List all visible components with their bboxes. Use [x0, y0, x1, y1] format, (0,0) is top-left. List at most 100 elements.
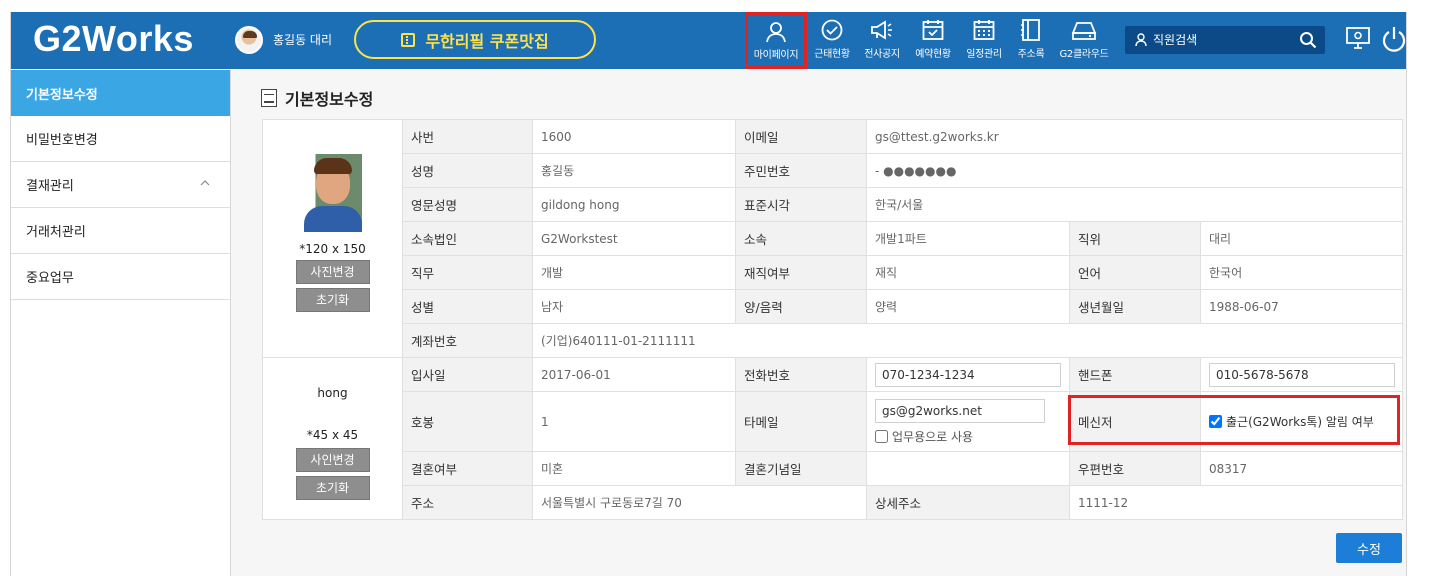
- label-dept: 소속: [735, 221, 867, 256]
- calendar-grid-icon: [973, 20, 995, 40]
- profile-photo: [303, 154, 362, 232]
- sidebar: 기본정보수정 비밀번호변경 결재관리 거래처관리 중요업무: [11, 70, 231, 576]
- nav-label: 근태현황: [814, 49, 850, 60]
- value-gender: 남자: [532, 289, 736, 324]
- nav-label: G2클라우드: [1059, 49, 1109, 60]
- value-resident-no: - ●●●●●●●: [865, 153, 1404, 188]
- label-eng-name: 영문성명: [402, 187, 533, 222]
- nav-label: 전사공지: [864, 49, 900, 60]
- change-photo-button[interactable]: 사진변경: [295, 260, 370, 284]
- sign-image: hong: [317, 385, 348, 400]
- app-frame: G2Works 홍길동 대리 무한리필 쿠폰맛집 마이페이지 근태현황 전사공지…: [10, 12, 1407, 576]
- check-circle-icon: [821, 19, 843, 41]
- value-name: 홍길동: [532, 153, 736, 188]
- photo-section: *120 x 150 사진변경 초기화: [262, 119, 403, 358]
- label-language: 언어: [1069, 255, 1201, 290]
- label-messenger: 메신저: [1069, 391, 1201, 452]
- page-title: 기본정보수정: [285, 90, 374, 109]
- nav-label: 예약현황: [915, 49, 951, 60]
- label-anniversary: 결혼기념일: [735, 451, 867, 486]
- top-header: G2Works 홍길동 대리 무한리필 쿠폰맛집 마이페이지 근태현황 전사공지…: [11, 12, 1407, 69]
- value-job: 개발: [532, 255, 736, 290]
- label-phone: 전화번호: [735, 357, 867, 392]
- coupon-label: 무한리필 쿠폰맛집: [425, 31, 549, 51]
- mobile-cell: [1199, 357, 1404, 392]
- search-icon[interactable]: [1299, 31, 1317, 49]
- nav-label: 마이페이지: [753, 50, 799, 61]
- phone-cell: [866, 357, 1070, 392]
- label-job: 직무: [402, 255, 533, 290]
- sidebar-item-clients[interactable]: 거래처관리: [11, 208, 230, 254]
- document-icon: [261, 89, 277, 107]
- nav-reservation[interactable]: 예약현황: [911, 12, 955, 69]
- value-timezone: 한국/서울: [865, 187, 1404, 222]
- power-icon[interactable]: [1381, 25, 1407, 53]
- value-grade: 1: [532, 391, 736, 452]
- label-married: 결혼여부: [402, 451, 533, 486]
- label-zip: 우편번호: [1069, 451, 1201, 486]
- value-zip: 08317: [1199, 451, 1404, 486]
- nav-label: 주소록: [1017, 49, 1045, 60]
- logo[interactable]: G2Works: [33, 18, 194, 60]
- change-sign-button[interactable]: 사인변경: [295, 447, 370, 472]
- value-join-date: 2017-06-01: [532, 357, 736, 392]
- other-email-cell: 업무용으로 사용: [866, 391, 1070, 452]
- nav-notice[interactable]: 전사공지: [860, 12, 904, 69]
- label-timezone: 표준시각: [735, 187, 867, 222]
- business-use-option[interactable]: 업무용으로 사용: [875, 428, 1061, 445]
- profile-table: *120 x 150 사진변경 초기화 사번 1600 이메일 gs@ttest…: [262, 119, 1404, 520]
- submit-button[interactable]: 수정: [1336, 533, 1402, 563]
- nav-attendance[interactable]: 근태현황: [810, 12, 854, 69]
- phone-input[interactable]: [875, 362, 1061, 387]
- person-icon: [1135, 33, 1147, 47]
- value-corp: G2Workstest: [532, 221, 736, 256]
- nav-schedule[interactable]: 일정관리: [962, 12, 1006, 69]
- value-account: (기업)640111-01-2111111: [531, 323, 1404, 358]
- label-grade: 호봉: [402, 391, 533, 452]
- monitor-settings-icon[interactable]: [1345, 25, 1371, 51]
- label-employment: 재직여부: [735, 255, 867, 290]
- avatar[interactable]: [235, 26, 263, 54]
- sidebar-item-password[interactable]: 비밀번호변경: [11, 116, 230, 162]
- label-email: 이메일: [735, 119, 867, 154]
- sidebar-item-basic-info[interactable]: 기본정보수정: [11, 70, 230, 116]
- mobile-input[interactable]: [1209, 362, 1395, 387]
- sidebar-item-important[interactable]: 중요업무: [11, 254, 230, 300]
- messenger-notify-option[interactable]: 출근(G2Works톡) 알림 여부: [1209, 413, 1394, 430]
- label-name: 성명: [402, 153, 533, 188]
- label-gender: 성별: [402, 289, 533, 324]
- nav-cloud[interactable]: G2클라우드: [1056, 12, 1112, 69]
- business-use-checkbox[interactable]: [875, 429, 888, 443]
- label-mobile: 핸드폰: [1069, 357, 1201, 392]
- label-emp-no: 사번: [402, 119, 533, 154]
- value-anniversary: [866, 451, 1070, 486]
- value-eng-name: gildong hong: [532, 187, 736, 222]
- nav-label: 일정관리: [966, 49, 1002, 60]
- value-address: 서울특별시 구로동로7길 70: [532, 485, 867, 520]
- messenger-cell: 출근(G2Works톡) 알림 여부: [1199, 391, 1404, 452]
- label-account: 계좌번호: [402, 323, 533, 358]
- value-married: 미혼: [532, 451, 736, 486]
- nav-mypage[interactable]: 마이페이지: [745, 12, 807, 69]
- label-birth: 생년월일: [1069, 289, 1201, 324]
- reset-sign-button[interactable]: 초기화: [295, 475, 370, 500]
- other-email-input[interactable]: [875, 398, 1045, 423]
- addressbook-icon: [1021, 19, 1040, 41]
- coupon-button[interactable]: 무한리필 쿠폰맛집: [354, 20, 596, 59]
- label-other-email: 타메일: [735, 391, 867, 452]
- value-birth: 1988-06-07: [1199, 289, 1404, 324]
- value-address-detail: 1111-12: [1068, 485, 1404, 520]
- reset-photo-button[interactable]: 초기화: [295, 288, 370, 312]
- coupon-icon: [401, 32, 416, 47]
- calendar-check-icon: [922, 20, 944, 40]
- user-name[interactable]: 홍길동 대리: [273, 31, 332, 48]
- sidebar-item-approval[interactable]: 결재관리: [11, 162, 230, 208]
- messenger-notify-checkbox[interactable]: [1209, 415, 1222, 428]
- search-input[interactable]: [1153, 30, 1293, 50]
- nav-addressbook[interactable]: 주소록: [1012, 12, 1050, 69]
- label-resident-no: 주민번호: [735, 153, 867, 188]
- value-dept: 개발1파트: [866, 221, 1070, 256]
- megaphone-icon: [871, 20, 892, 40]
- value-language: 한국어: [1199, 255, 1404, 290]
- sign-size-hint: *45 x 45: [306, 427, 359, 442]
